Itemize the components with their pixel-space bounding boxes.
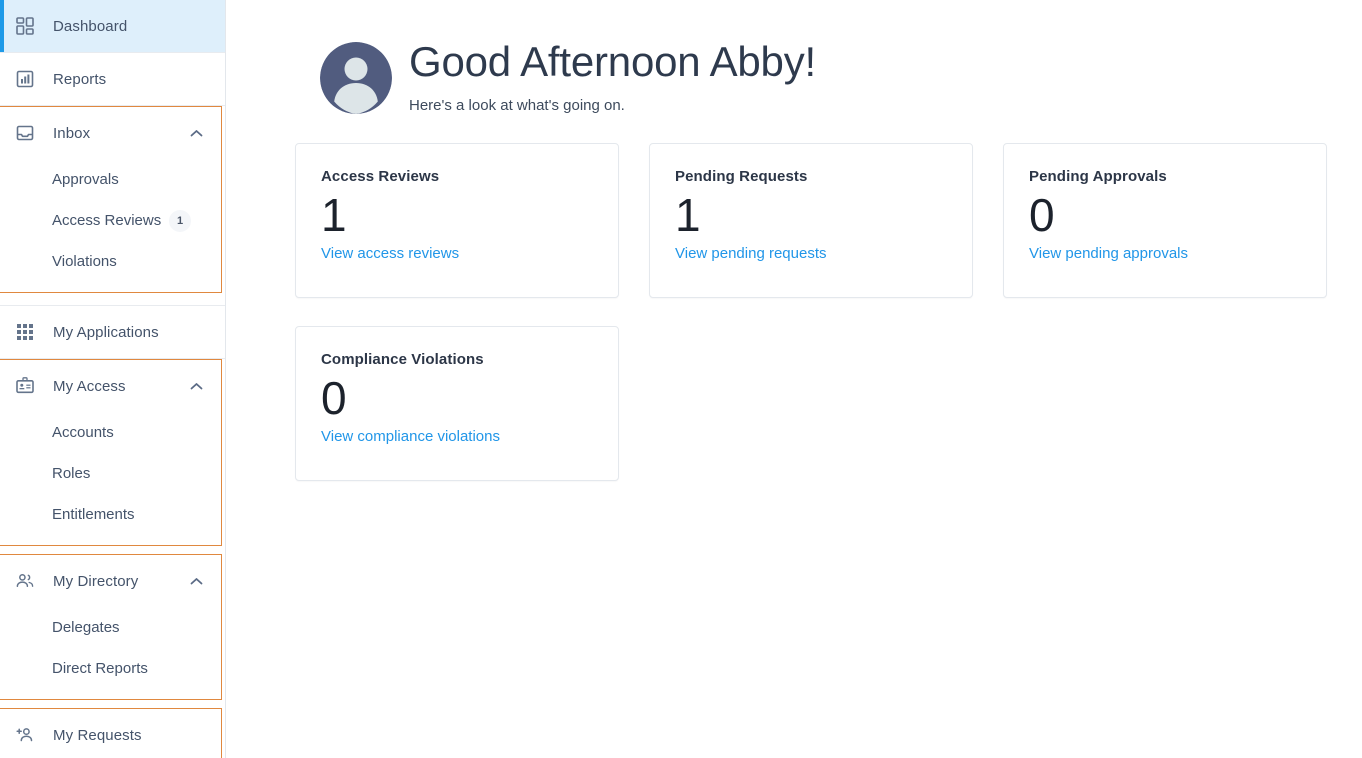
card-access-reviews[interactable]: Access Reviews 1 View access reviews <box>295 143 619 299</box>
cards-area: Access Reviews 1 View access reviews Pen… <box>226 114 1362 482</box>
card-link-view-compliance-violations[interactable]: View compliance violations <box>321 428 500 445</box>
chevron-up-icon[interactable] <box>190 382 203 391</box>
chevron-up-icon[interactable] <box>190 129 203 138</box>
sidebar-item-my-directory[interactable]: My Directory <box>0 555 221 607</box>
dashboard-grid-icon <box>16 17 44 35</box>
avatar <box>320 42 392 114</box>
card-pending-requests[interactable]: Pending Requests 1 View pending requests <box>649 143 973 299</box>
sidebar-item-inbox[interactable]: Inbox <box>0 107 221 159</box>
sidebar-subitem-access-reviews[interactable]: Access Reviews 1 <box>0 200 221 241</box>
inbox-tray-icon <box>16 124 44 142</box>
sidebar-spacer <box>0 700 225 708</box>
app-root: Dashboard Reports Inbox Approvals Access… <box>0 0 1362 758</box>
sidebar-subitem-label: Access Reviews <box>52 212 162 229</box>
page-title: Good Afternoon Abby! <box>409 38 816 85</box>
card-title: Access Reviews <box>321 168 440 186</box>
sidebar-item-label: Dashboard <box>53 17 128 35</box>
card-pending-approvals[interactable]: Pending Approvals 0 View pending approva… <box>1003 143 1327 299</box>
sidebar-item-dashboard[interactable]: Dashboard <box>0 0 225 52</box>
sidebar-nav-list: Dashboard Reports Inbox Approvals Access… <box>0 0 225 758</box>
sidebar-subitem-accounts[interactable]: Accounts <box>0 412 221 453</box>
sidebar-group-my-access: My Access Accounts Roles Entitlements <box>0 359 222 546</box>
card-title: Pending Requests <box>675 168 808 186</box>
card-compliance-violations[interactable]: Compliance Violations 0 View compliance … <box>295 326 619 482</box>
card-link-view-pending-requests[interactable]: View pending requests <box>675 245 827 262</box>
sidebar-subitem-violations[interactable]: Violations <box>0 241 221 282</box>
sidebar-item-label: My Access <box>53 377 126 395</box>
sidebar-item-my-requests[interactable]: My Requests <box>0 709 221 758</box>
sidebar-subitem-roles[interactable]: Roles <box>0 453 221 494</box>
page-header: Good Afternoon Abby! Here's a look at wh… <box>226 0 1362 114</box>
sidebar-subitem-direct-reports[interactable]: Direct Reports <box>0 648 221 689</box>
sidebar-subitem-label: Direct Reports <box>52 660 148 677</box>
sidebar-subitem-approvals[interactable]: Approvals <box>0 159 221 200</box>
card-title: Compliance Violations <box>321 351 484 369</box>
sidebar-subitem-entitlements[interactable]: Entitlements <box>0 494 221 535</box>
card-value: 0 <box>1029 189 1055 242</box>
card-link-view-pending-approvals[interactable]: View pending approvals <box>1029 245 1188 262</box>
apps-grid-icon <box>16 323 44 341</box>
sidebar-item-label: My Directory <box>53 572 139 590</box>
sidebar-subitem-delegates[interactable]: Delegates <box>0 607 221 648</box>
sidebar-subitem-label: Accounts <box>52 424 114 441</box>
sidebar-group-inbox: Inbox Approvals Access Reviews 1 Violati… <box>0 106 222 293</box>
sidebar-spacer <box>0 546 225 554</box>
chevron-up-icon[interactable] <box>190 577 203 586</box>
card-value: 1 <box>675 189 701 242</box>
sidebar-item-label: My Applications <box>53 323 159 341</box>
card-row: Compliance Violations 0 View compliance … <box>295 326 1362 482</box>
card-link-view-access-reviews[interactable]: View access reviews <box>321 245 459 262</box>
card-value: 0 <box>321 372 347 425</box>
greeting-block: Good Afternoon Abby! Here's a look at wh… <box>392 38 816 114</box>
sidebar-subitem-label: Entitlements <box>52 506 135 523</box>
sidebar-group-my-directory: My Directory Delegates Direct Reports <box>0 554 222 700</box>
sidebar-item-my-access[interactable]: My Access <box>0 360 221 412</box>
id-badge-icon <box>16 377 44 395</box>
sidebar-group-my-requests: My Requests <box>0 708 222 758</box>
sidebar-item-label: Inbox <box>53 124 91 142</box>
card-row: Access Reviews 1 View access reviews Pen… <box>295 143 1362 299</box>
person-add-icon <box>16 726 44 744</box>
sidebar-item-label: My Requests <box>53 726 142 744</box>
sidebar-item-reports[interactable]: Reports <box>0 53 225 105</box>
sidebar: Dashboard Reports Inbox Approvals Access… <box>0 0 226 758</box>
sidebar-item-my-applications[interactable]: My Applications <box>0 306 225 358</box>
sidebar-subitem-label: Violations <box>52 253 117 270</box>
sidebar-subitem-label: Delegates <box>52 619 120 636</box>
sidebar-subitem-label: Roles <box>52 465 91 482</box>
access-reviews-count-badge: 1 <box>169 209 191 232</box>
sidebar-item-label: Reports <box>53 70 107 88</box>
default-user-avatar-icon <box>320 42 392 114</box>
page-subtitle: Here's a look at what's going on. <box>409 97 625 115</box>
bar-chart-icon <box>16 70 44 88</box>
sidebar-subitem-label: Approvals <box>52 171 119 188</box>
sidebar-spacer <box>0 293 225 305</box>
main-content: Good Afternoon Abby! Here's a look at wh… <box>226 0 1362 758</box>
people-icon <box>16 572 44 590</box>
card-title: Pending Approvals <box>1029 168 1167 186</box>
card-value: 1 <box>321 189 347 242</box>
